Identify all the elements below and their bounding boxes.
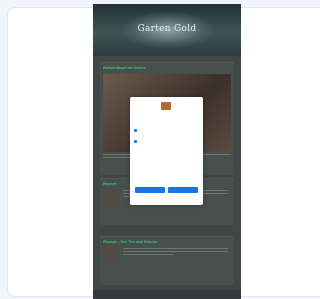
post-meta: [100, 70, 234, 72]
post-thumbnail[interactable]: [103, 246, 117, 264]
chart-icon: [134, 140, 137, 143]
text-line: [123, 251, 228, 252]
site-title[interactable]: Garten Gold: [93, 24, 241, 34]
site-logo-icon: [161, 102, 171, 110]
read-more-link[interactable]: [100, 266, 234, 268]
post-excerpt: [100, 244, 234, 266]
consent-dialog: [130, 97, 203, 205]
consent-option: [134, 128, 199, 132]
text-line: [123, 254, 173, 255]
post-thumbnail[interactable]: [103, 188, 117, 206]
read-more-link[interactable]: [100, 208, 234, 210]
reject-button[interactable]: [135, 187, 165, 193]
consent-option: [134, 139, 199, 143]
post-card[interactable]: Rezept – Der Tee das Reiche: [100, 236, 234, 285]
text-line: [123, 248, 228, 249]
post-title[interactable]: Rezept – Der Tee das Reiche: [100, 237, 234, 244]
post-title[interactable]: Rotkohlkopf im Garten: [100, 63, 234, 70]
header-banner: Garten Gold: [93, 4, 241, 56]
person-icon: [134, 129, 137, 132]
excerpt-lines: [120, 246, 231, 264]
accept-button[interactable]: [168, 187, 198, 193]
site-footer: [93, 290, 241, 299]
